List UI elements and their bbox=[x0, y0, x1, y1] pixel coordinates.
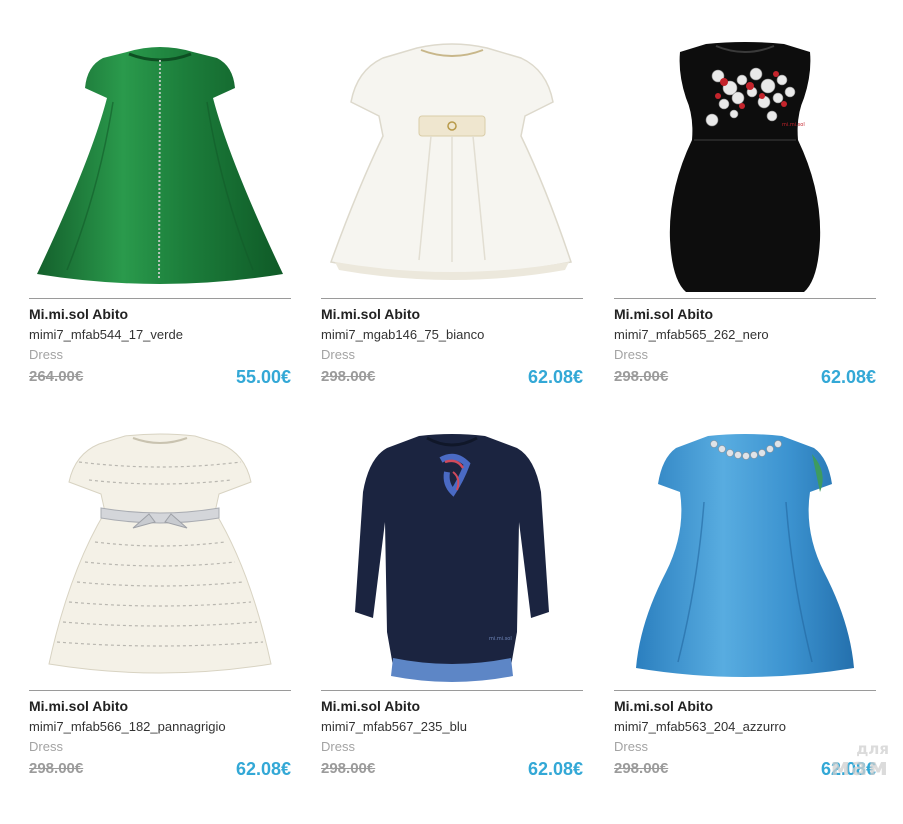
product-sku: mimi7_mfab544_17_verde bbox=[29, 327, 183, 342]
product-card[interactable]: mi.mi.sol Mi.mi.sol Abito mimi7_mfab567_… bbox=[321, 432, 583, 824]
product-category: Dress bbox=[321, 739, 355, 754]
black-dress-image: mi.mi.sol bbox=[669, 42, 821, 292]
product-card[interactable]: Mi.mi.sol Abito mimi7_mfab566_182_pannag… bbox=[29, 432, 291, 824]
card-divider bbox=[614, 690, 876, 691]
product-image-light-blue-dress[interactable] bbox=[614, 432, 876, 684]
sale-price: 62.08€ bbox=[820, 367, 876, 387]
navy-dress-image: mi.mi.sol bbox=[355, 434, 549, 682]
product-image-white-dress[interactable] bbox=[321, 40, 583, 292]
old-price: 264.00€ bbox=[29, 368, 84, 385]
product-sku: mimi7_mfab565_262_nero bbox=[614, 327, 769, 342]
sale-price: 62.08€ bbox=[527, 367, 583, 387]
svg-text:mi.mi.sol: mi.mi.sol bbox=[489, 636, 512, 642]
product-card[interactable]: Mi.mi.sol Abito mimi7_mgab146_75_bianco … bbox=[321, 40, 583, 432]
product-brand[interactable]: Mi.mi.sol Abito bbox=[321, 306, 420, 322]
product-category: Dress bbox=[614, 347, 648, 362]
product-sku: mimi7_mfab567_235_blu bbox=[321, 719, 467, 734]
watermark-line2: мам bbox=[830, 753, 889, 782]
card-divider bbox=[321, 690, 583, 691]
light-blue-dress-image bbox=[636, 434, 854, 677]
product-brand[interactable]: Mi.mi.sol Abito bbox=[29, 306, 128, 322]
product-category: Dress bbox=[321, 347, 355, 362]
product-brand[interactable]: Mi.mi.sol Abito bbox=[29, 698, 128, 714]
sale-price: 62.08€ bbox=[527, 759, 583, 779]
cream-dress-image bbox=[48, 433, 272, 674]
product-image-navy-knit-dress[interactable]: mi.mi.sol bbox=[321, 432, 583, 684]
product-image-cream-ruffle-dress[interactable] bbox=[29, 432, 291, 684]
product-grid: Mi.mi.sol Abito mimi7_mfab544_17_verde D… bbox=[0, 0, 903, 791]
old-price: 298.00€ bbox=[29, 760, 84, 777]
product-sku: mimi7_mgab146_75_bianco bbox=[321, 327, 485, 342]
product-brand[interactable]: Mi.mi.sol Abito bbox=[321, 698, 420, 714]
white-dress-image bbox=[329, 43, 572, 280]
product-brand[interactable]: Mi.mi.sol Abito bbox=[614, 698, 713, 714]
watermark-logo: для мам bbox=[830, 741, 889, 782]
product-brand[interactable]: Mi.mi.sol Abito bbox=[614, 306, 713, 322]
old-price: 298.00€ bbox=[614, 760, 669, 777]
card-divider bbox=[29, 298, 291, 299]
card-divider bbox=[614, 298, 876, 299]
product-card[interactable]: mi.mi.sol Mi.mi.sol Abito mimi7_mfab565_… bbox=[614, 40, 876, 432]
product-category: Dress bbox=[29, 347, 63, 362]
green-dress-image bbox=[37, 47, 283, 284]
product-image-black-sequin-dress[interactable]: mi.mi.sol bbox=[614, 40, 876, 292]
old-price: 298.00€ bbox=[321, 760, 376, 777]
product-image-green-dress[interactable] bbox=[29, 40, 291, 292]
sale-price: 55.00€ bbox=[235, 367, 291, 387]
card-divider bbox=[29, 690, 291, 691]
product-category: Dress bbox=[29, 739, 63, 754]
product-category: Dress bbox=[614, 739, 648, 754]
product-sku: mimi7_mfab563_204_azzurro bbox=[614, 719, 786, 734]
card-divider bbox=[321, 298, 583, 299]
svg-text:mi.mi.sol: mi.mi.sol bbox=[782, 122, 805, 128]
old-price: 298.00€ bbox=[614, 368, 669, 385]
old-price: 298.00€ bbox=[321, 368, 376, 385]
product-card[interactable]: Mi.mi.sol Abito mimi7_mfab544_17_verde D… bbox=[29, 40, 291, 432]
sale-price: 62.08€ bbox=[235, 759, 291, 779]
product-sku: mimi7_mfab566_182_pannagrigio bbox=[29, 719, 226, 734]
